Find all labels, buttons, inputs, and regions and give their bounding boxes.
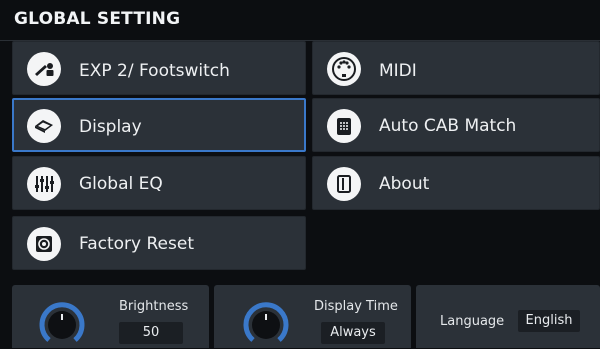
global-eq-label: Global EQ [79,174,163,194]
display-icon [27,109,61,143]
brightness-label: Brightness [119,299,189,314]
language-value[interactable]: English [518,310,580,332]
language-label: Language [440,314,505,329]
page-title: GLOBAL SETTING [14,9,181,29]
factory-reset-button[interactable]: Factory Reset [12,216,306,270]
midi-button[interactable]: MIDI [312,41,600,95]
equalizer-icon [27,167,61,201]
global-eq-button[interactable]: Global EQ [12,156,306,210]
brightness-knob[interactable] [36,297,88,349]
factory-reset-label: Factory Reset [79,234,194,254]
display-time-label: Display Time [314,299,398,314]
about-button[interactable]: About [312,156,600,210]
exp-footswitch-label: EXP 2/ Footswitch [79,61,230,81]
display-label: Display [79,117,142,137]
display-button[interactable]: Display [12,98,306,152]
about-label: About [379,174,430,194]
reset-icon [27,227,61,261]
auto-cab-match-label: Auto CAB Match [379,116,517,136]
display-time-knob[interactable] [240,297,292,349]
display-time-value[interactable]: Always [321,322,385,344]
footswitch-icon [27,52,61,86]
midi-icon [327,52,361,86]
title-bar: GLOBAL SETTING [0,0,600,41]
brightness-panel: Brightness 50 [12,285,209,348]
midi-label: MIDI [379,61,417,81]
language-panel: Language English [416,285,600,348]
exp-footswitch-button[interactable]: EXP 2/ Footswitch [12,41,306,95]
auto-cab-match-button[interactable]: Auto CAB Match [312,98,600,152]
display-time-panel: Display Time Always [214,285,411,348]
brightness-value[interactable]: 50 [119,322,183,344]
cabinet-icon [327,109,361,143]
info-book-icon [327,167,361,201]
